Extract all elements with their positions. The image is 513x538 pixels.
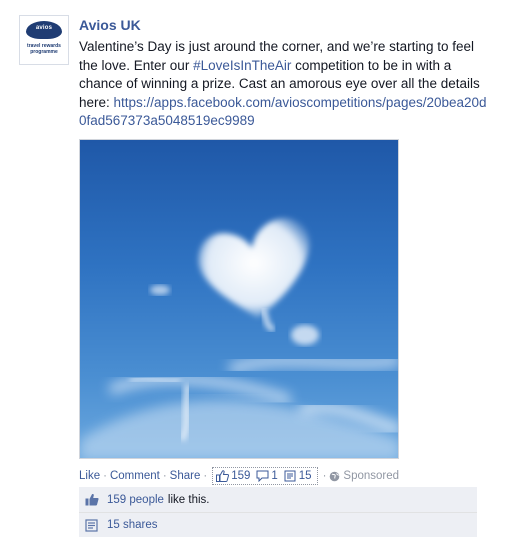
likes-suffix: like this. (167, 493, 210, 506)
globe-icon (330, 471, 340, 481)
comments-count[interactable]: 1 (256, 470, 278, 482)
separator: · (322, 470, 327, 482)
heart-cloud-sky-image (80, 218, 398, 458)
like-link[interactable]: Like (79, 470, 100, 482)
comment-link[interactable]: Comment (110, 470, 160, 482)
separator: · (162, 470, 167, 482)
post-photo[interactable] (79, 139, 399, 459)
share-icon (284, 470, 296, 482)
shares-count[interactable]: 15 (284, 470, 312, 482)
share-link[interactable]: Share (170, 470, 201, 482)
thumbs-up-icon (216, 470, 230, 482)
post-author[interactable]: Avios UK (79, 17, 141, 33)
share-icon (85, 518, 98, 532)
url-link[interactable]: https://apps.facebook.com/avioscompetiti… (79, 95, 487, 129)
post-actions-bar: Like · Comment · Share · 159 1 15 · Spon… (79, 467, 399, 485)
engagement-counts[interactable]: 159 1 15 (212, 467, 318, 485)
sponsored-label: Sponsored (329, 470, 399, 482)
separator: · (203, 470, 208, 482)
shares-link[interactable]: 15 shares (107, 519, 158, 531)
avatar-logo-word: avios (35, 25, 53, 31)
thumbs-up-icon (85, 493, 99, 506)
separator: · (103, 470, 107, 482)
avatar-tagline: travel rewards programme (27, 43, 61, 55)
likes-people-link[interactable]: 159 people (107, 494, 164, 506)
post-message: Valentine’s Day is just around the corne… (79, 38, 489, 131)
likes-summary-row: 159 people like this. (79, 487, 477, 512)
hashtag-link[interactable]: #LoveIsInTheAir (193, 58, 291, 73)
feed-post: avios travel rewards programme Avios UK … (0, 0, 513, 538)
comment-bubble-icon (256, 470, 269, 482)
likes-count[interactable]: 159 (216, 470, 250, 482)
shares-summary-row: 15 shares (79, 512, 477, 537)
avatar[interactable]: avios travel rewards programme (19, 15, 69, 65)
ufi-summary: 159 people like this. 15 shares (79, 487, 477, 537)
